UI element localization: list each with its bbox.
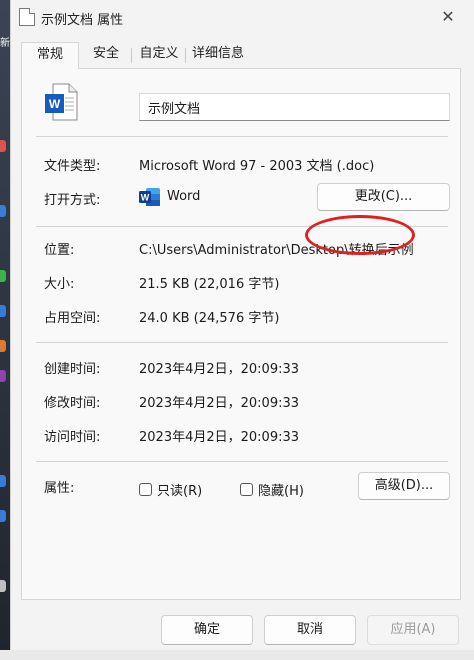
created-label: 创建时间:: [44, 362, 101, 377]
desktop-icon: [0, 475, 6, 487]
desktop-icon: [0, 205, 6, 217]
tab-security[interactable]: 安全: [81, 42, 131, 68]
divider: [36, 226, 448, 227]
readonly-label: 只读(R): [157, 484, 203, 499]
svg-text:W: W: [49, 97, 61, 111]
readonly-checkbox[interactable]: 只读(R): [139, 480, 202, 499]
attributes-label: 属性:: [44, 481, 75, 496]
desktop-icon: [0, 340, 6, 352]
file-type-label: 文件类型:: [44, 159, 101, 174]
tab-separator: [131, 48, 132, 63]
file-type-value: Microsoft Word 97 - 2003 文档 (.doc): [139, 159, 375, 174]
modified-label: 修改时间:: [44, 396, 101, 411]
desktop-icon: [0, 305, 6, 317]
hidden-label: 隐藏(H): [258, 484, 304, 499]
word-document-icon: W: [45, 83, 78, 121]
divider: [36, 461, 448, 462]
size-on-disk-label: 占用空间:: [44, 311, 101, 326]
location-label: 位置:: [44, 243, 75, 258]
opens-with-value: Word: [167, 189, 201, 204]
close-icon: ✕: [441, 7, 455, 26]
apply-button[interactable]: 应用(A): [367, 615, 459, 645]
tab-general[interactable]: 常规: [21, 42, 79, 69]
location-value: C:\Users\Administrator\Desktop\转换后示例: [139, 243, 414, 258]
desktop-icon: [0, 140, 6, 152]
title-bar[interactable]: 示例文档 属性 ✕: [11, 0, 474, 36]
tab-separator: [185, 48, 186, 63]
opens-with-label: 打开方式:: [44, 193, 101, 208]
accessed-value: 2023年4月2日，20:09:33: [139, 430, 300, 445]
checkbox-box[interactable]: [139, 483, 152, 496]
change-button[interactable]: 更改(C)...: [317, 183, 450, 211]
desktop-icon: [0, 370, 6, 382]
desktop-icon: [0, 580, 6, 592]
file-name-field[interactable]: [139, 93, 450, 121]
close-button[interactable]: ✕: [435, 6, 461, 28]
size-on-disk-value: 24.0 KB (24,576 字节): [139, 311, 280, 326]
created-value: 2023年4月2日，20:09:33: [139, 362, 300, 377]
divider: [36, 136, 448, 137]
tab-custom[interactable]: 自定义: [133, 42, 185, 68]
document-icon: [19, 8, 35, 26]
modified-value: 2023年4月2日，20:09:33: [139, 396, 300, 411]
svg-text:W: W: [141, 193, 150, 203]
accessed-label: 访问时间:: [44, 430, 101, 445]
word-app-icon: W: [139, 188, 160, 206]
tab-details[interactable]: 详细信息: [187, 42, 249, 68]
divider: [36, 342, 448, 343]
taskbar-edge: [0, 650, 474, 660]
advanced-button[interactable]: 高级(D)...: [358, 472, 450, 500]
desktop-icon: [0, 510, 6, 522]
desktop-icon: [0, 270, 6, 282]
general-panel: W 文件类型: Microsoft Word 97 - 2003 文档 (.do…: [21, 68, 461, 600]
ok-button[interactable]: 确定: [161, 615, 253, 645]
checkbox-box[interactable]: [240, 483, 253, 496]
size-label: 大小:: [44, 277, 75, 292]
properties-dialog: 示例文档 属性 ✕ 常规 安全 自定义 详细信息 W 文件类型: Microso…: [10, 0, 474, 660]
window-title: 示例文档 属性: [41, 13, 124, 28]
size-value: 21.5 KB (22,016 字节): [139, 277, 280, 292]
hidden-checkbox[interactable]: 隐藏(H): [240, 480, 304, 499]
cancel-button[interactable]: 取消: [264, 615, 356, 645]
